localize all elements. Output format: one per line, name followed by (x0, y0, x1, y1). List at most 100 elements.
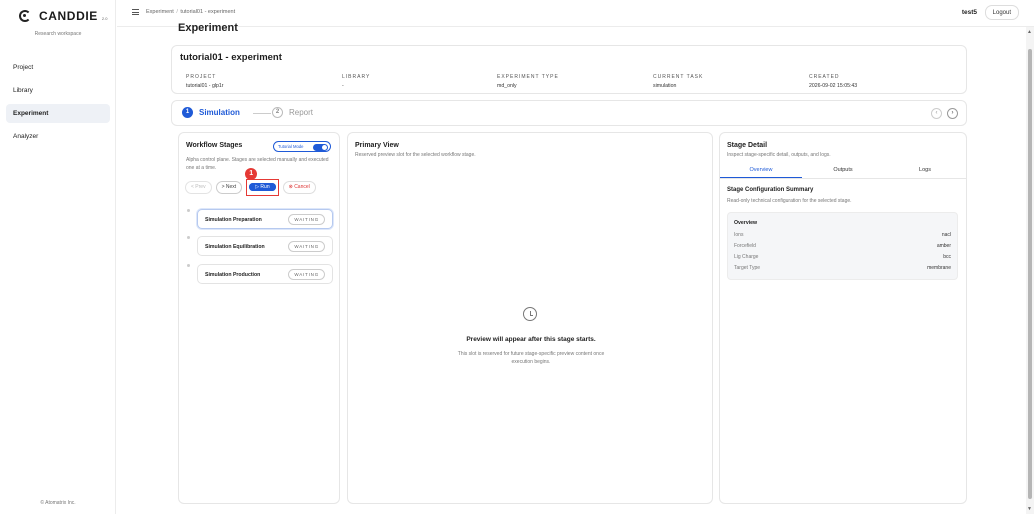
empty-state-description: This slot is reserved for future stage-s… (457, 351, 605, 365)
step-connector (253, 113, 271, 114)
status-badge: WAITING (288, 214, 325, 225)
run-button-highlight: 1 ▷ Run (245, 168, 279, 196)
stage-name: Simulation Equilibration (205, 244, 265, 250)
overview-value: amber (936, 243, 951, 249)
scrollbar-thumb[interactable] (1028, 49, 1032, 499)
topbar: Experiment / tutorial01 - experiment tes… (117, 0, 1034, 27)
chevron-left-icon[interactable]: ‹ (931, 108, 942, 119)
overview-value: nacl (941, 232, 951, 238)
meta-current-task: CURRENT TASK simulation (653, 74, 703, 89)
breadcrumb: Experiment / tutorial01 - experiment (146, 9, 235, 15)
overview-title: Overview (734, 220, 758, 226)
tab-logs[interactable]: Logs (884, 164, 966, 178)
overview-value: membrane (927, 265, 951, 271)
overview-row: Lig Charge bcc (734, 254, 951, 262)
scroll-up-arrow-icon[interactable]: ▲ (1027, 29, 1032, 35)
step-number: 2 (272, 107, 283, 118)
copyright: © Atomatrix Inc. (40, 500, 76, 506)
meta-project: PROJECT tutorial01 - glp1r (186, 74, 224, 89)
stage-dot (187, 264, 190, 267)
stage-detail-title: Stage Detail (727, 142, 768, 149)
cancel-button[interactable]: ⊗ Cancel (282, 181, 316, 194)
stage-dot (187, 209, 190, 212)
overview-box: Overview Ions nacl Forcefield amber Lig … (727, 212, 958, 280)
logout-button[interactable]: Logout (984, 5, 1019, 20)
primary-view-card: Primary View Reserved preview slot for t… (347, 132, 713, 504)
page-title: Experiment (178, 22, 238, 34)
workflow-description: Alpha control plane. Stages are selected… (186, 157, 329, 171)
stage-item-production[interactable]: Simulation Production WAITING (197, 264, 333, 284)
experiment-name: tutorial01 - experiment (180, 52, 282, 63)
step-report[interactable]: 2 Report (272, 107, 313, 118)
config-summary-title: Stage Configuration Summary (727, 187, 814, 193)
overview-key: Target Type (734, 265, 761, 271)
meta-experiment-type: EXPERIMENT TYPE md_only (497, 74, 559, 89)
step-simulation[interactable]: 1 Simulation (182, 107, 240, 118)
status-badge: WAITING (288, 269, 325, 280)
stage-item-equilibration[interactable]: Simulation Equilibration WAITING (197, 236, 333, 256)
annotation-badge: 1 (245, 168, 258, 180)
workspace-label: Research workspace (34, 31, 82, 37)
brand-logo[interactable]: CANDDIE 2.0 (19, 9, 107, 23)
hamburger-menu-icon[interactable] (132, 9, 139, 15)
sidebar-item-project[interactable]: Project (6, 58, 110, 77)
toggle-switch[interactable] (313, 143, 328, 151)
page-scrollbar[interactable]: ▲ ▼ (1026, 27, 1034, 514)
stage-detail-subtitle: Inspect stage-specific detail, outputs, … (727, 152, 831, 158)
sidebar-item-analyzer[interactable]: Analyzer (6, 127, 110, 146)
brand-name: CANDDIE (39, 9, 98, 23)
workflow-controls: < Prev > Next 1 ▷ Run ⊗ Cancel (185, 168, 320, 196)
meta-label: PROJECT (186, 74, 217, 80)
meta-value: simulation (653, 83, 677, 89)
experiment-info-card: tutorial01 - experiment PROJECT tutorial… (171, 45, 967, 94)
canddie-logo-icon (19, 10, 31, 22)
workflow-title: Workflow Stages (186, 142, 243, 149)
breadcrumb-separator: / (176, 9, 178, 15)
meta-value: tutorial01 - glp1r (186, 83, 224, 89)
detail-tabs: Overview Outputs Logs (720, 164, 966, 179)
sidebar-nav: Project Library Experiment Analyzer (6, 58, 110, 150)
config-summary-subtitle: Read-only technical configuration for th… (727, 198, 852, 204)
scroll-down-arrow-icon[interactable]: ▼ (1027, 506, 1032, 512)
status-badge: WAITING (288, 241, 325, 252)
username: test5 (961, 9, 977, 16)
meta-value: - (342, 83, 344, 89)
overview-key: Forcefield (734, 243, 756, 249)
overview-row: Target Type membrane (734, 265, 951, 273)
meta-label: EXPERIMENT TYPE (497, 74, 559, 80)
primary-view-subtitle: Reserved preview slot for the selected w… (355, 152, 476, 158)
stage-name: Simulation Preparation (205, 217, 262, 223)
tab-outputs[interactable]: Outputs (802, 164, 884, 178)
clock-icon (523, 307, 537, 321)
meta-library: LIBRARY - (342, 74, 370, 89)
meta-label: LIBRARY (342, 74, 371, 80)
brand-version: 2.0 (101, 15, 108, 21)
step-number: 1 (182, 107, 193, 118)
stage-item-preparation[interactable]: Simulation Preparation WAITING (197, 209, 333, 229)
next-button[interactable]: > Next (215, 181, 243, 194)
meta-value: 2026-09-02 15:05:43 (809, 83, 858, 89)
meta-created: CREATED 2026-09-02 15:05:43 (809, 74, 857, 89)
run-button[interactable]: ▷ Run (249, 183, 276, 191)
empty-state-title: Preview will appear after this stage sta… (466, 336, 596, 343)
overview-value: bcc (943, 254, 951, 260)
overview-key: Ions (734, 232, 744, 238)
primary-view-title: Primary View (355, 142, 399, 149)
breadcrumb-experiment[interactable]: Experiment (146, 9, 174, 15)
chevron-right-icon[interactable]: › (947, 108, 958, 119)
sidebar-item-experiment[interactable]: Experiment (6, 104, 110, 123)
overview-row: Forcefield amber (734, 243, 951, 251)
tutorial-mode-toggle[interactable]: Tutorial Mode (273, 141, 331, 152)
sidebar-item-library[interactable]: Library (6, 81, 110, 100)
stage-name: Simulation Production (205, 272, 261, 278)
stage-dot (187, 236, 190, 239)
step-label: Simulation (199, 108, 240, 117)
tab-overview[interactable]: Overview (720, 164, 802, 178)
meta-value: md_only (497, 83, 517, 89)
step-label: Report (289, 108, 314, 117)
tutorial-mode-label: Tutorial Mode (278, 144, 304, 149)
meta-label: CREATED (809, 74, 840, 80)
stage-stepper: 1 Simulation 2 Report ‹ › (171, 100, 967, 126)
prev-button[interactable]: < Prev (185, 181, 212, 194)
breadcrumb-current: tutorial01 - experiment (180, 9, 236, 15)
